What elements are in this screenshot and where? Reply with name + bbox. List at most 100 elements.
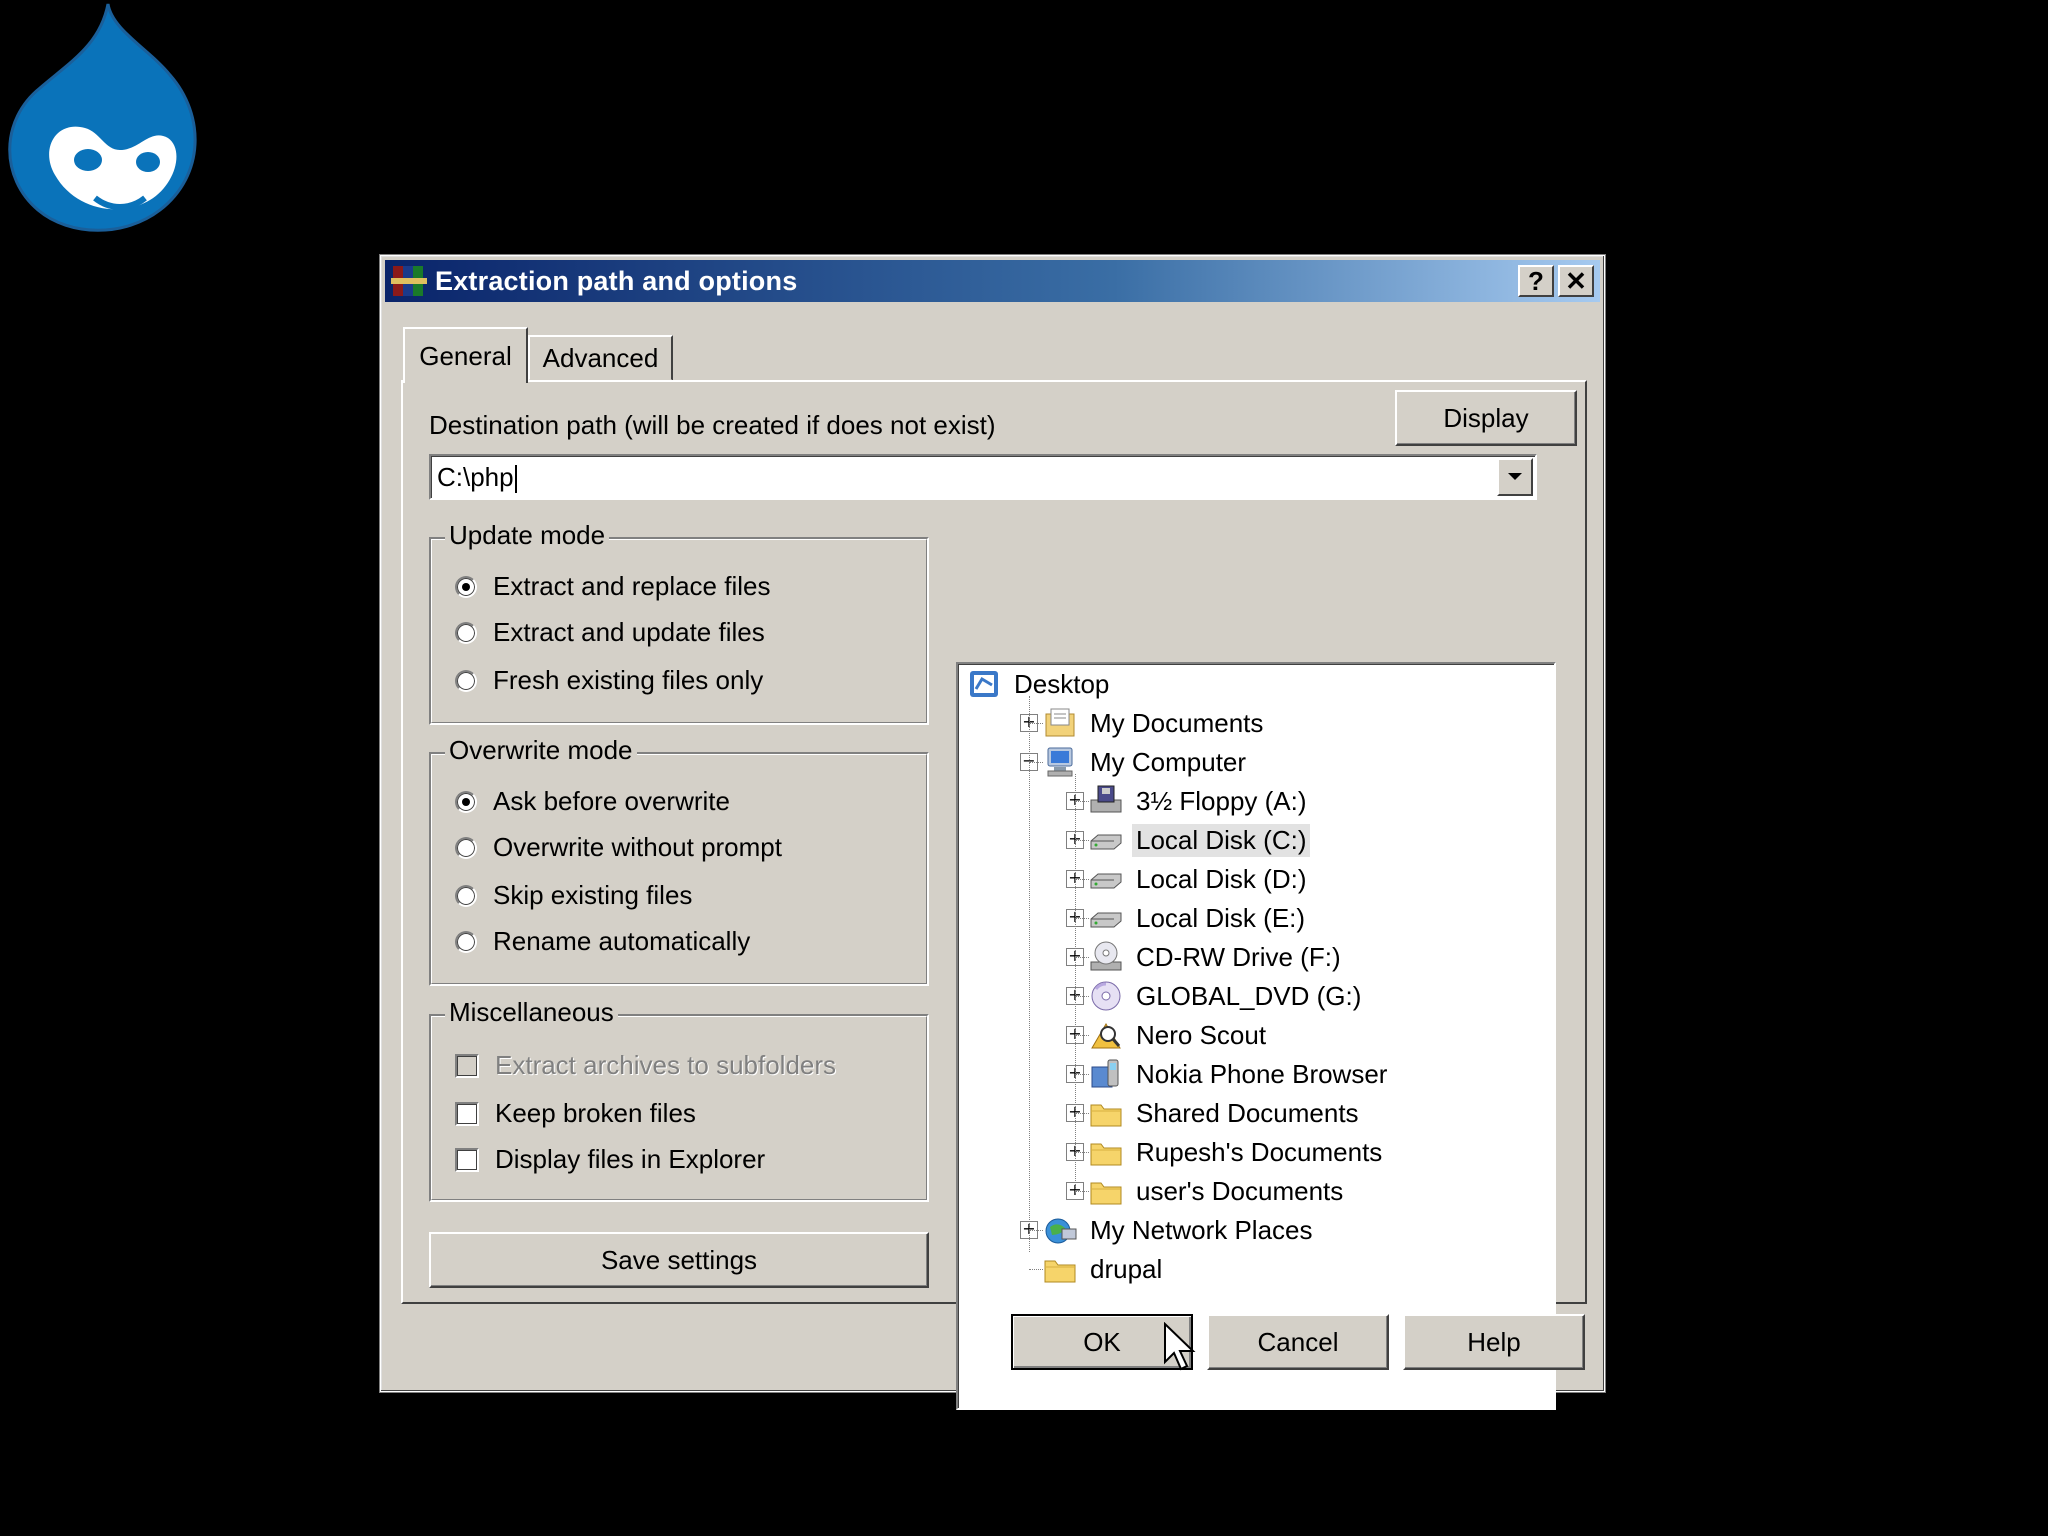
miscellaneous-legend: Miscellaneous [445,997,618,1028]
checkbox[interactable] [455,1147,479,1172]
tree-connector [1075,957,1089,958]
radio-button[interactable] [455,621,477,644]
destination-path-combo[interactable]: C:\php [429,454,1537,500]
destination-path-label: Destination path (will be created if doe… [429,410,996,440]
title-bar[interactable]: Extraction path and options ? ✕ [385,260,1600,302]
folder-icon [1090,1143,1122,1166]
tree-connector [1075,840,1089,841]
dropdown-arrow-button[interactable] [1497,458,1533,496]
tree-item[interactable]: 3½ Floppy (A:) [1088,783,1311,819]
help-button[interactable]: Help [1403,1314,1585,1370]
tree-connector [1075,1035,1089,1036]
tree-connector [1075,879,1089,880]
title-help-button[interactable]: ? [1518,265,1554,297]
overwrite-rename-option[interactable]: Rename automatically [455,926,750,957]
tree-item-label: Nokia Phone Browser [1136,1058,1388,1089]
tree-item-label: Desktop [1014,668,1110,699]
tree-item-label: Local Disk (E:) [1136,902,1306,933]
tree-connector [1075,996,1089,997]
tree-item[interactable]: user's Documents [1088,1173,1347,1209]
tree-item-label: Local Disk (C:) [1132,823,1311,857]
checkbox [455,1053,479,1078]
radio-button[interactable] [455,836,477,859]
tree-connector [1075,1074,1089,1075]
tree-connector [1075,1152,1089,1153]
tree-item[interactable]: GLOBAL_DVD (G:) [1088,978,1365,1014]
radio-button[interactable] [455,575,477,598]
tree-item[interactable]: My Computer [1042,744,1250,780]
tree-item[interactable]: Local Disk (D:) [1088,861,1310,897]
folder-icon [1044,1260,1076,1283]
tree-item-label: My Network Places [1090,1214,1313,1245]
hard-drive-icon [1090,912,1122,928]
tree-item-label: drupal [1090,1253,1163,1284]
hard-drive-icon [1090,873,1122,889]
chevron-down-icon [1508,473,1522,480]
tree-connector [1075,774,1076,1193]
tree-item[interactable]: Nokia Phone Browser [1088,1056,1391,1092]
tree-connector [1075,1191,1089,1192]
destination-path-input[interactable]: C:\php [437,462,517,494]
drupal-logo [8,3,197,232]
save-settings-button[interactable]: Save settings [429,1232,929,1288]
title-close-button[interactable]: ✕ [1558,265,1594,297]
tree-item-label: 3½ Floppy (A:) [1136,785,1307,816]
tree-item-label: My Documents [1090,707,1264,738]
radio-button[interactable] [455,790,477,813]
update-mode-fresh-option[interactable]: Fresh existing files only [455,665,763,696]
display-in-explorer-option[interactable]: Display files in Explorer [455,1144,765,1175]
tree-item[interactable]: Rupesh's Documents [1088,1134,1386,1170]
tree-item-label: user's Documents [1136,1175,1344,1206]
keep-broken-files-option[interactable]: Keep broken files [455,1098,696,1129]
tab-advanced[interactable]: Advanced [528,335,673,381]
folder-icon [1090,1182,1122,1205]
tab-general[interactable]: General [403,327,528,383]
overwrite-ask-option[interactable]: Ask before overwrite [455,786,730,817]
tree-connector [1029,1269,1043,1270]
tree-item[interactable]: Shared Documents [1088,1095,1363,1131]
tree-item[interactable]: Local Disk (C:) [1088,822,1311,858]
my-documents-icon [1045,708,1075,737]
winrar-icon [391,266,427,296]
folder-icon [1090,1104,1122,1127]
my-computer-icon [1047,747,1073,777]
cancel-button[interactable]: Cancel [1207,1314,1389,1370]
nero-scout-icon [1091,1023,1121,1049]
tree-connector [1075,918,1089,919]
tree-item[interactable]: Local Disk (E:) [1088,900,1309,936]
tree-item[interactable]: drupal [1042,1251,1166,1287]
overwrite-skip-option[interactable]: Skip existing files [455,880,692,911]
tree-item-label: GLOBAL_DVD (G:) [1136,980,1362,1011]
tree-item[interactable]: Desktop [966,666,1113,702]
miscellaneous-group: Miscellaneous Extract archives to subfol… [429,997,929,1202]
network-places-icon [1045,1218,1077,1244]
folder-tree[interactable]: Desktop My Documents + My Computer −3½ Flopp… [956,662,1556,1410]
tree-item-label: Shared Documents [1136,1097,1359,1128]
display-button[interactable]: Display [1395,390,1577,446]
update-mode-replace-option[interactable]: Extract and replace files [455,571,770,602]
hard-drive-icon [1090,834,1122,850]
tree-item[interactable]: My Documents [1042,705,1267,741]
phone-browser-icon [1091,1059,1119,1088]
radio-button[interactable] [455,884,477,907]
tree-connector [1029,696,1030,1252]
mouse-cursor-icon [1164,1322,1196,1371]
tree-item-label: Local Disk (D:) [1136,863,1307,894]
tree-connector [1029,762,1043,763]
radio-button[interactable] [455,930,477,953]
floppy-drive-icon [1090,785,1122,813]
radio-button[interactable] [455,669,477,692]
overwrite-mode-legend: Overwrite mode [445,735,637,766]
tree-item[interactable]: Nero Scout [1088,1017,1270,1053]
tree-item[interactable]: CD-RW Drive (F:) [1088,939,1345,975]
tree-item-label: CD-RW Drive (F:) [1136,941,1341,972]
tree-item[interactable]: My Network Places [1042,1212,1317,1248]
tree-item-label: Nero Scout [1136,1019,1267,1050]
dialog-title: Extraction path and options [435,265,798,296]
checkbox[interactable] [455,1101,479,1126]
overwrite-without-prompt-option[interactable]: Overwrite without prompt [455,832,782,863]
update-mode-update-option[interactable]: Extract and update files [455,617,765,648]
desktop-icon [970,671,998,697]
cd-drive-icon [1090,941,1122,971]
extraction-dialog: Extraction path and options ? ✕ General … [379,254,1606,1410]
